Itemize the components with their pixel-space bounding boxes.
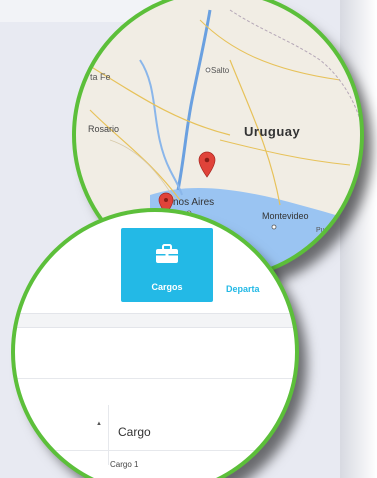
app-circle-frame xyxy=(11,208,299,478)
screenshot-stage: ta Fe Salto Rosario Uruguay nos Aires Mo… xyxy=(0,0,377,478)
app-circle-border xyxy=(11,208,299,478)
